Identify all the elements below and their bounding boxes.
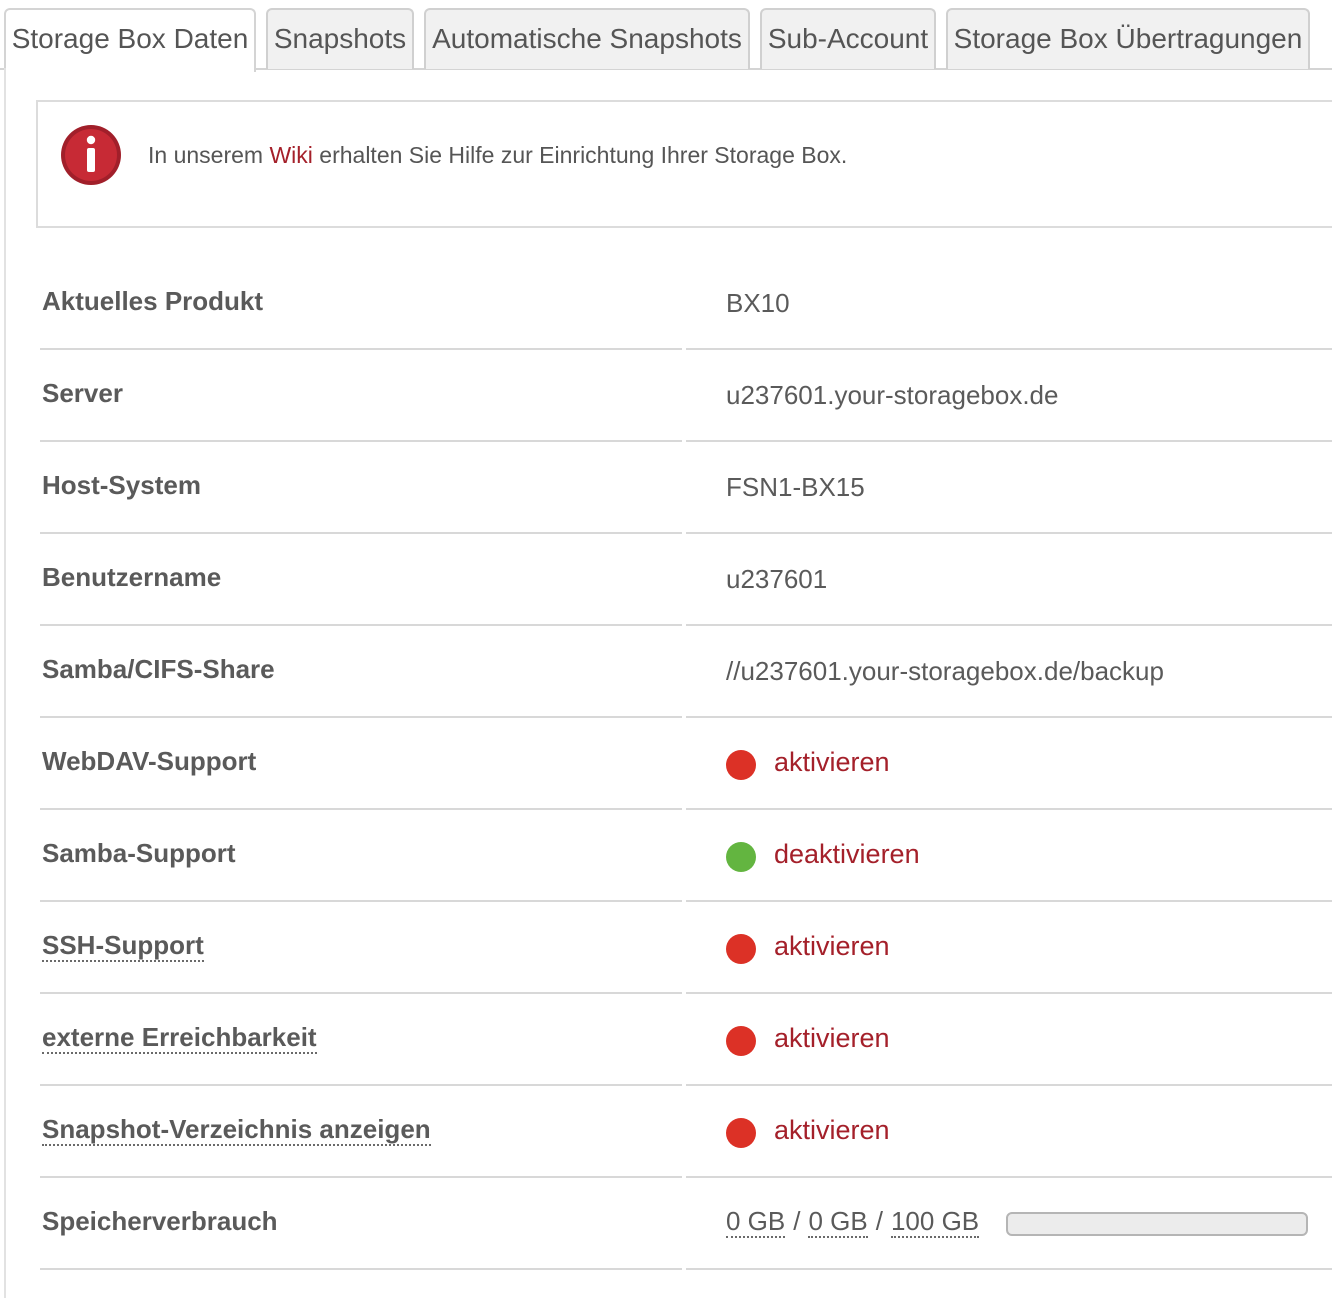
row-host-system: Host-System FSN1-BX15 [40,442,1332,534]
row-externe-erreichbarkeit: externe Erreichbarkeit aktivieren [40,994,1332,1086]
row-webdav-support: WebDAV-Support aktivieren [40,718,1332,810]
info-text-after: erhalten Sie Hilfe zur Einrichtung Ihrer… [312,142,848,168]
row-label-tooltip[interactable]: SSH-Support [42,930,204,962]
separator: / [875,1206,883,1236]
row-server: Server u237601.your-storagebox.de [40,350,1332,442]
row-benutzername: Benutzername u237601 [40,534,1332,626]
status-off-dot-icon [726,1026,756,1056]
tab-snapshots[interactable]: Snapshots [266,8,414,69]
storage-progress-bar [1006,1212,1308,1236]
total-storage[interactable]: 100 GB [890,1206,980,1238]
row-label: WebDAV-Support [42,746,257,776]
row-samba-cifs-share: Samba/CIFS-Share //u237601.your-storageb… [40,626,1332,718]
row-speicherverbrauch: Speicherverbrauch 0 GB/0 GB/100 GB [40,1178,1332,1270]
row-label-tooltip[interactable]: externe Erreichbarkeit [42,1022,317,1054]
row-value: u237601 [726,564,828,594]
row-label: Samba/CIFS-Share [42,654,275,684]
snapshot-dir-toggle-link[interactable]: aktivieren [774,1115,890,1146]
status-off-dot-icon [726,1118,756,1148]
row-label: Samba-Support [42,838,236,868]
row-ssh-support: SSH-Support aktivieren [40,902,1332,994]
row-label: Server [42,378,123,408]
row-value: u237601.your-storagebox.de [726,380,1059,410]
snapshot-storage[interactable]: 0 GB [808,1206,868,1238]
used-storage[interactable]: 0 GB [726,1206,786,1238]
external-access-toggle-link[interactable]: aktivieren [774,1023,890,1054]
row-value: BX10 [726,288,790,318]
tab-storage-box-daten[interactable]: Storage Box Daten [4,8,256,72]
ssh-toggle-link[interactable]: aktivieren [774,931,890,962]
row-label-tooltip[interactable]: Snapshot-Verzeichnis anzeigen [42,1114,431,1146]
row-samba-support: Samba-Support deaktivieren [40,810,1332,902]
info-box: In unserem Wiki erhalten Sie Hilfe zur E… [36,100,1332,228]
row-label: Speicherverbrauch [42,1206,278,1236]
separator: / [793,1206,801,1236]
status-off-dot-icon [726,934,756,964]
samba-toggle-link[interactable]: deaktivieren [774,839,920,870]
row-label: Aktuelles Produkt [42,286,264,316]
info-text-before: In unserem [148,142,270,168]
row-snapshot-verzeichnis: Snapshot-Verzeichnis anzeigen aktivieren [40,1086,1332,1178]
tab-automatische-snapshots[interactable]: Automatische Snapshots [424,8,750,69]
storage-usage: 0 GB/0 GB/100 GB [726,1206,980,1238]
row-label: Benutzername [42,562,222,592]
tab-sub-account[interactable]: Sub-Account [760,8,936,69]
status-on-dot-icon [726,842,756,872]
info-message: In unserem Wiki erhalten Sie Hilfe zur E… [148,142,847,169]
tab-storage-box-uebertragungen[interactable]: Storage Box Übertragungen [946,8,1310,69]
tab-bar: Storage Box Daten Snapshots Automatische… [0,0,1332,72]
row-label: Host-System [42,470,201,500]
wiki-link[interactable]: Wiki [269,142,312,168]
status-off-dot-icon [726,750,756,780]
webdav-toggle-link[interactable]: aktivieren [774,747,890,778]
row-value: //u237601.your-storagebox.de/backup [726,656,1164,686]
row-value: FSN1-BX15 [726,472,865,502]
info-icon [61,125,121,185]
row-aktuelles-produkt: Aktuelles Produkt BX10 [40,258,1332,350]
